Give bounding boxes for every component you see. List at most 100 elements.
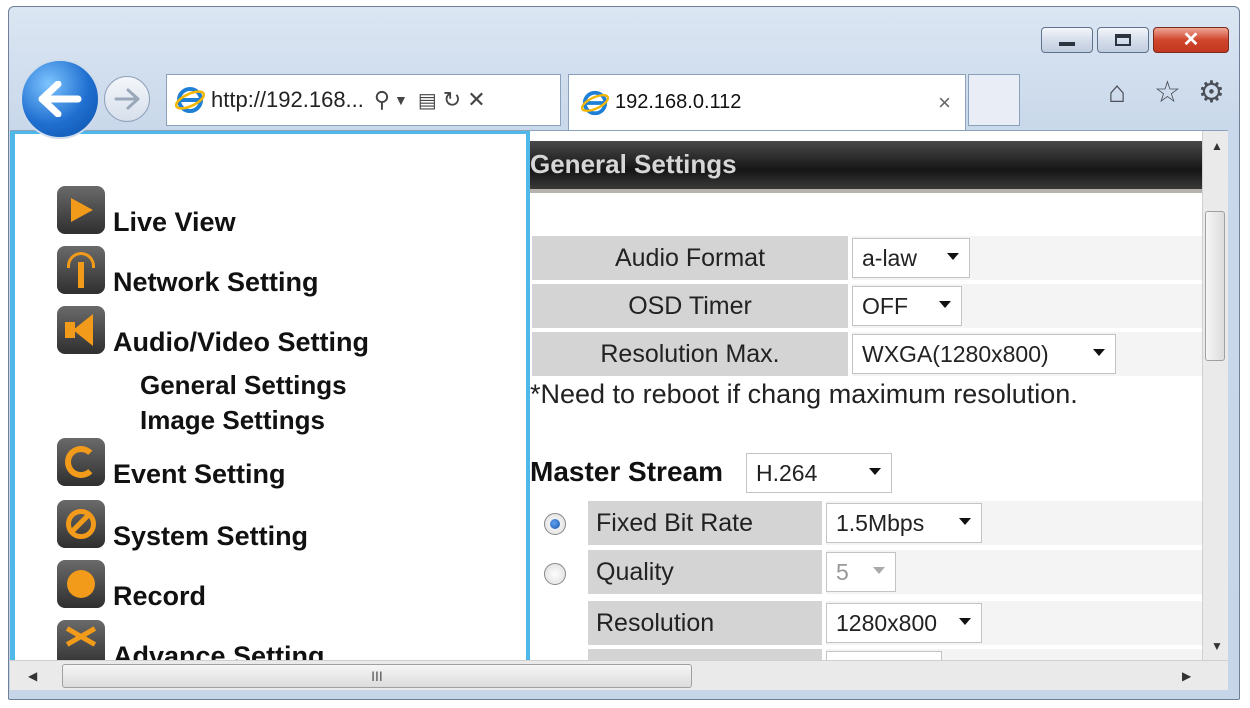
scroll-left-icon[interactable]: ◀ xyxy=(28,669,37,683)
select-value: WXGA(1280x800) xyxy=(862,340,1049,367)
bit-rate-select[interactable]: 1.5Mbps xyxy=(826,503,982,543)
scroll-down-icon[interactable]: ▼ xyxy=(1211,639,1223,653)
osd-timer-select[interactable]: OFF xyxy=(852,286,962,326)
resolution-cell: 1280x800 xyxy=(826,601,1202,645)
ie-logo-icon xyxy=(175,87,205,113)
forward-arrow-icon xyxy=(114,88,140,110)
fixed-bit-rate-label: Fixed Bit Rate xyxy=(588,501,822,545)
master-stream-label: Master Stream xyxy=(530,456,723,487)
sidebar-item-label: Live View xyxy=(113,207,236,237)
compatibility-view-icon[interactable]: ▤ xyxy=(418,88,437,113)
sidebar-item-system-setting[interactable]: System Setting xyxy=(57,500,308,551)
resolution-select[interactable]: 1280x800 xyxy=(826,603,982,643)
tab-ie-logo-icon xyxy=(581,90,609,115)
reboot-note: *Need to reboot if chang maximum resolut… xyxy=(530,379,1078,409)
quality-label: Quality xyxy=(588,550,822,594)
search-icon[interactable]: ⚲ xyxy=(374,87,390,113)
vertical-scroll-thumb[interactable] xyxy=(1205,211,1225,361)
sidebar-item-live-view[interactable]: Live View xyxy=(57,186,236,237)
record-icon xyxy=(57,560,105,608)
sidebar-item-label: Record xyxy=(113,581,207,611)
audio-format-select[interactable]: a-law xyxy=(852,238,970,278)
page-content: Live View Network Setting Audio/Video Se… xyxy=(10,130,1228,660)
minimize-icon xyxy=(1059,42,1075,46)
next-row-label xyxy=(588,649,822,660)
maximize-icon xyxy=(1115,34,1131,46)
dropdown-arrow-icon xyxy=(873,567,885,574)
dropdown-arrow-icon[interactable]: ▼ xyxy=(394,92,408,108)
sidebar-item-label: Network Setting xyxy=(113,267,319,297)
resolution-label: Resolution xyxy=(588,601,822,645)
stop-icon[interactable]: ✕ xyxy=(467,87,485,113)
play-icon xyxy=(57,186,105,234)
minimize-button[interactable] xyxy=(1041,27,1093,53)
sidebar-subitem-general-settings[interactable]: General Settings xyxy=(140,370,347,401)
quality-cell: 5 xyxy=(826,550,1202,594)
browser-tab[interactable]: 192.168.0.112 × xyxy=(568,74,966,130)
quality-radio[interactable] xyxy=(544,563,566,585)
home-icon[interactable]: ⌂ xyxy=(1108,78,1126,108)
sidebar-item-record[interactable]: Record xyxy=(57,560,206,611)
select-value: 5 xyxy=(836,558,849,585)
sidebar-subitem-image-settings[interactable]: Image Settings xyxy=(140,405,325,436)
sidebar-item-event-setting[interactable]: Event Setting xyxy=(57,438,286,489)
select-value: 1280x800 xyxy=(836,609,938,636)
select-value: a-law xyxy=(862,244,917,271)
forward-button[interactable] xyxy=(104,76,150,122)
sidebar-item-label: System Setting xyxy=(113,521,309,551)
wrench-icon xyxy=(57,500,105,548)
page-title: General Settings xyxy=(530,149,737,179)
maximize-button[interactable] xyxy=(1097,27,1149,53)
new-tab-button[interactable] xyxy=(968,74,1020,126)
dropdown-arrow-icon xyxy=(939,301,951,308)
tab-close-icon[interactable]: × xyxy=(938,90,951,116)
osd-timer-label: OSD Timer xyxy=(532,284,848,328)
back-button[interactable] xyxy=(20,59,100,139)
fixed-bit-rate-radio[interactable] xyxy=(544,513,566,535)
select-value: H.264 xyxy=(756,459,818,486)
star-icon[interactable]: ☆ xyxy=(1154,78,1181,108)
speaker-icon xyxy=(57,306,105,354)
audio-format-cell: a-law xyxy=(852,236,1202,280)
horizontal-scrollbar[interactable]: ◀ III ▶ xyxy=(10,660,1228,690)
sidebar-item-label: Advance Setting xyxy=(113,641,325,660)
scroll-up-icon[interactable]: ▲ xyxy=(1211,139,1223,153)
settings-frame: General Settings Audio Format a-law OSD … xyxy=(530,131,1202,660)
next-row-select[interactable] xyxy=(826,651,942,660)
dropdown-arrow-icon xyxy=(869,468,881,475)
select-value: OFF xyxy=(862,292,908,319)
next-row-cell xyxy=(826,649,1202,660)
dropdown-arrow-icon xyxy=(959,618,971,625)
gear-icon[interactable]: ⚙ xyxy=(1198,78,1225,108)
resolution-max-select[interactable]: WXGA(1280x800) xyxy=(852,334,1116,374)
sidebar-frame: Live View Network Setting Audio/Video Se… xyxy=(10,131,530,660)
section-header: General Settings xyxy=(530,141,1202,193)
swirl-icon xyxy=(57,438,105,486)
sidebar-item-label: Event Setting xyxy=(113,459,286,489)
quality-select: 5 xyxy=(826,552,896,592)
master-stream-select[interactable]: H.264 xyxy=(746,453,892,493)
close-icon: ✕ xyxy=(1182,29,1200,51)
antenna-icon xyxy=(57,246,105,294)
osd-timer-cell: OFF xyxy=(852,284,1202,328)
address-bar[interactable]: http://192.168... ⚲ ▼ ▤ ↻ ✕ xyxy=(166,74,561,126)
sidebar-item-label: Audio/Video Setting xyxy=(113,327,369,357)
vertical-scrollbar[interactable]: ▲ ▼ xyxy=(1202,131,1228,660)
shuffle-icon xyxy=(57,620,105,660)
dropdown-arrow-icon xyxy=(947,253,959,260)
audio-format-label: Audio Format xyxy=(532,236,848,280)
sidebar-item-audio-video-setting[interactable]: Audio/Video Setting xyxy=(57,306,369,357)
dropdown-arrow-icon xyxy=(1093,349,1105,356)
scroll-right-icon[interactable]: ▶ xyxy=(1182,669,1191,683)
horizontal-scroll-thumb[interactable]: III xyxy=(62,664,692,688)
refresh-icon[interactable]: ↻ xyxy=(443,87,461,113)
sidebar-item-advance-setting[interactable]: Advance Setting xyxy=(57,620,325,660)
back-arrow-icon xyxy=(38,81,82,117)
address-url[interactable]: http://192.168... xyxy=(211,87,364,113)
close-button[interactable]: ✕ xyxy=(1153,27,1229,53)
fixed-bit-rate-cell: 1.5Mbps xyxy=(826,501,1202,545)
sidebar-item-network-setting[interactable]: Network Setting xyxy=(57,246,319,297)
resolution-max-cell: WXGA(1280x800) xyxy=(852,332,1202,376)
dropdown-arrow-icon xyxy=(959,518,971,525)
tab-title: 192.168.0.112 xyxy=(615,91,742,113)
